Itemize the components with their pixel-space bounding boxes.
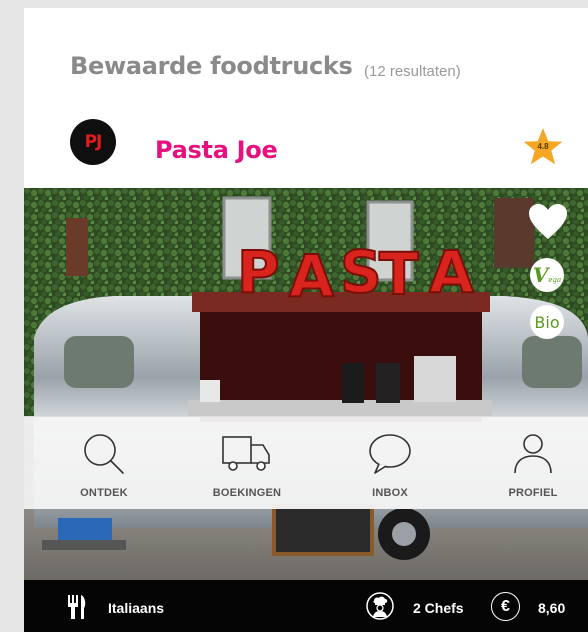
heart-icon[interactable] [528, 203, 568, 241]
nav-label-inbox: INBOX [372, 487, 408, 499]
chat-bubble-icon [369, 434, 411, 474]
vega-badge-sub: ega [548, 276, 562, 284]
bio-badge-label: Bio [534, 312, 560, 332]
sign-letter: S [340, 238, 382, 306]
nav-item-boekingen[interactable]: BOEKINGEN [187, 417, 307, 509]
sign-letter: T [379, 240, 419, 308]
truck-name[interactable]: Pasta Joe [155, 136, 278, 164]
search-icon [84, 434, 124, 474]
vega-badge: V ega [530, 258, 564, 292]
header: Bewaarde foodtrucks (12 resultaten) PJ P… [24, 8, 588, 188]
truck-info-bar: Italiaans 2 Chefs € 8,60 [24, 580, 588, 632]
sign-letter: A [289, 242, 334, 308]
nav-label-ontdek: ONTDEK [80, 487, 128, 499]
cuisine-label: Italiaans [108, 600, 165, 616]
truck-photo[interactable]: P A S T A [24, 188, 588, 582]
pasta-sign: P A S T A [236, 237, 475, 308]
sign-letter: A [429, 238, 474, 306]
fork-knife-icon [68, 595, 86, 619]
euro-symbol: € [501, 597, 510, 615]
truck-logo[interactable]: PJ [70, 119, 116, 165]
rating-badge: 4.8 [522, 126, 564, 168]
bottom-navigation: ONTDEK BOEKINGEN INBOX PROFIEL [24, 416, 588, 509]
nav-item-ontdek[interactable]: ONTDEK [44, 417, 164, 509]
app-screen: Bewaarde foodtrucks (12 resultaten) PJ P… [24, 8, 588, 632]
nav-item-profiel[interactable]: PROFIEL [473, 417, 588, 509]
chef-icon [366, 592, 394, 620]
bio-badge: Bio [530, 305, 564, 339]
logo-text: PJ [84, 132, 103, 152]
rating-value: 4.8 [537, 142, 549, 151]
euro-icon: € [491, 592, 520, 621]
sign-letter: P [237, 238, 280, 306]
result-count: (12 resultaten) [364, 63, 461, 80]
nav-label-boekingen: BOEKINGEN [212, 487, 282, 499]
page-title: Bewaarde foodtrucks [70, 52, 353, 80]
vega-badge-main: V [532, 263, 549, 287]
truck-icon [222, 436, 270, 471]
nav-item-inbox[interactable]: INBOX [330, 417, 450, 509]
chef-count: 2 Chefs [413, 600, 464, 616]
price-label: 8,60 [538, 600, 566, 616]
nav-label-profiel: PROFIEL [508, 487, 558, 499]
user-icon [514, 434, 552, 474]
